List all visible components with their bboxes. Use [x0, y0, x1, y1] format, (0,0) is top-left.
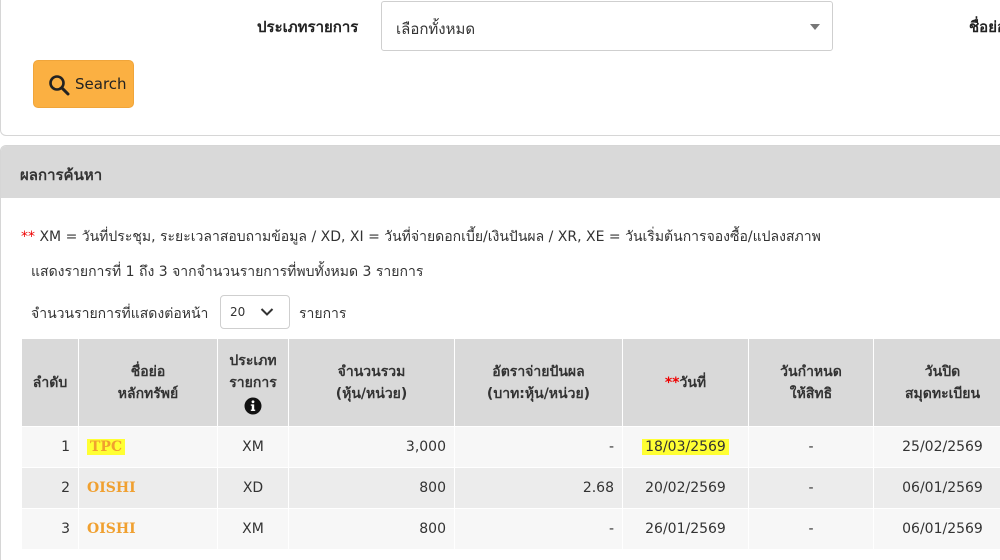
symbol-filter-label: ชื่อย่อ [969, 18, 1000, 36]
search-panel: ประเภทรายการ เลือกทั้งหมด ชื่อย่อ Search [0, 0, 1000, 136]
row-book-closing: 06/01/2569 [873, 508, 1000, 550]
transaction-type-label: ประเภทรายการ [257, 18, 359, 36]
row-symbol[interactable]: OISHI [78, 508, 218, 550]
per-page-value: 20 [230, 305, 246, 319]
transaction-type-value: เลือกทั้งหมด [396, 20, 476, 38]
col-header-type[interactable]: ประเภท รายการ [217, 338, 289, 427]
per-page-label: จำนวนรายการที่แสดงต่อหน้า [31, 306, 209, 322]
col-header-no[interactable]: ลำดับ [21, 338, 79, 427]
row-type: XM [217, 508, 289, 550]
row-total: 800 [288, 467, 455, 509]
row-rights-date: - [748, 467, 874, 509]
col-header-symbol[interactable]: ชื่อย่อ หลักทรัพย์ [78, 338, 218, 427]
row-book-closing: 06/01/2569 [873, 467, 1000, 509]
table-row: 3 OISHI XM 800 - 26/01/2569 - 06/01/2569 [21, 508, 1000, 550]
row-no: 3 [21, 508, 79, 550]
col-header-book-closing[interactable]: วันปิด สมุดทะเบียน [873, 338, 1000, 427]
row-rights-date: - [748, 426, 874, 468]
per-page-select[interactable]: 20 [220, 295, 290, 329]
symbol-link[interactable]: OISHI [87, 480, 136, 496]
row-no: 1 [21, 426, 79, 468]
legend-note: ** XM = วันที่ประชุม, ระยะเวลาสอบถามข้อม… [21, 226, 821, 248]
row-total: 3,000 [288, 426, 455, 468]
search-button-label: Search [75, 75, 127, 93]
table-row: 2 OISHI XD 800 2.68 20/02/2569 - 06/01/2… [21, 467, 1000, 509]
row-book-closing: 25/02/2569 [873, 426, 1000, 468]
table-row: 1 TPC XM 3,000 - 18/03/2569 - 25/02/2569 [21, 426, 1000, 468]
row-rate: 2.68 [454, 467, 623, 509]
row-symbol[interactable]: TPC [78, 426, 218, 468]
row-no: 2 [21, 467, 79, 509]
results-table: ลำดับ ชื่อย่อ หลักทรัพย์ ประเภท รายการ จำน… [21, 338, 1000, 550]
chevron-down-icon [260, 308, 274, 316]
symbol-link[interactable]: OISHI [87, 521, 136, 537]
per-page-unit: รายการ [299, 306, 347, 322]
row-rate: - [454, 508, 623, 550]
results-panel: ผลการค้นหา ** XM = วันที่ประชุม, ระยะเวล… [0, 145, 1000, 560]
search-button[interactable]: Search [33, 60, 134, 108]
info-icon[interactable] [244, 397, 262, 415]
row-rights-date: - [748, 508, 874, 550]
note-asterisk: ** [21, 229, 35, 245]
chevron-down-icon [810, 24, 820, 30]
results-title: ผลการค้นหา [20, 166, 103, 184]
row-date: 18/03/2569 [622, 426, 749, 468]
row-date: 20/02/2569 [622, 467, 749, 509]
col-header-rights-date[interactable]: วันกำหนด ให้สิทธิ [748, 338, 874, 427]
table-header-row: ลำดับ ชื่อย่อ หลักทรัพย์ ประเภท รายการ จำน… [21, 338, 1000, 427]
results-summary: แสดงรายการที่ 1 ถึง 3 จากจำนวนรายการที่พ… [31, 264, 424, 280]
search-icon [49, 75, 70, 96]
col-header-total[interactable]: จำนวนรวม (หุ้น/หน่วย) [288, 338, 455, 427]
results-header: ผลการค้นหา [1, 146, 1000, 198]
symbol-link[interactable]: TPC [87, 439, 126, 455]
highlighted-date: 18/03/2569 [642, 439, 729, 455]
row-symbol[interactable]: OISHI [78, 467, 218, 509]
note-text: XM = วันที่ประชุม, ระยะเวลาสอบถามข้อมูล … [35, 229, 821, 245]
row-type: XM [217, 426, 289, 468]
col-header-rate[interactable]: อัตราจ่ายปันผล (บาท:หุ้น/หน่วย) [454, 338, 623, 427]
transaction-type-select[interactable]: เลือกทั้งหมด [381, 1, 833, 51]
row-total: 800 [288, 508, 455, 550]
col-header-date[interactable]: **วันที่ [622, 338, 749, 427]
row-type: XD [217, 467, 289, 509]
row-date: 26/01/2569 [622, 508, 749, 550]
row-rate: - [454, 426, 623, 468]
